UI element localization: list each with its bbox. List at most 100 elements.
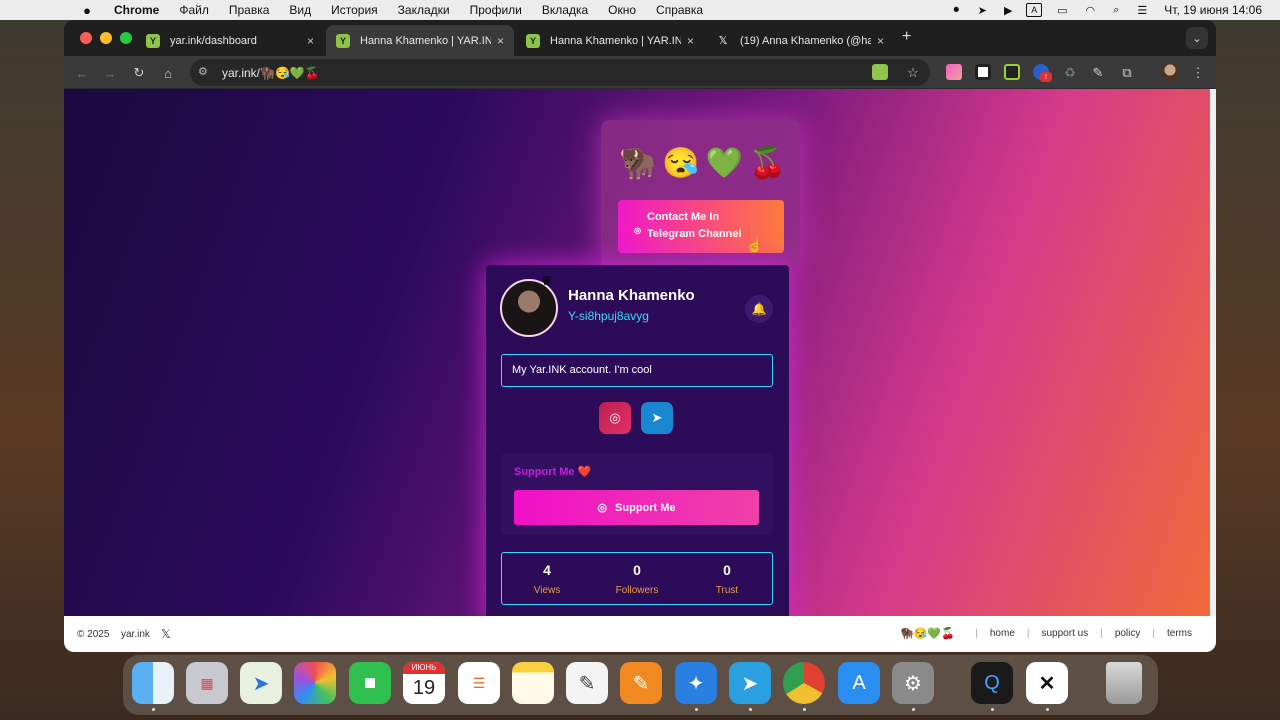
maps-icon[interactable]: ➤ xyxy=(240,662,282,704)
yarink-favicon-icon: Y xyxy=(336,33,350,48)
notes-icon[interactable] xyxy=(512,662,554,704)
battery-icon[interactable]: ▭ xyxy=(1052,3,1072,17)
reload-icon[interactable]: ↻ xyxy=(128,62,150,84)
apple-menu-icon[interactable]: ● xyxy=(80,3,94,18)
close-window-button[interactable] xyxy=(80,32,92,44)
stat-label: Views xyxy=(533,585,561,596)
yarink-extension-icon[interactable] xyxy=(872,64,888,80)
running-indicator xyxy=(749,708,752,711)
running-indicator xyxy=(1046,708,1049,711)
site-settings-icon[interactable]: ⚙ xyxy=(198,65,208,78)
play-status-icon[interactable]: ▶ xyxy=(1000,3,1016,17)
footer-link-policy[interactable]: policy xyxy=(1115,628,1141,639)
telegram-button[interactable]: ➤ xyxy=(641,402,673,434)
running-indicator xyxy=(991,708,994,711)
yarink-favicon-icon: Y xyxy=(526,33,540,48)
photos-icon[interactable] xyxy=(294,662,336,704)
quicktime-icon[interactable]: Q xyxy=(971,662,1013,704)
extension-pink-icon[interactable] xyxy=(946,64,962,80)
keyboard-layout-icon[interactable]: A xyxy=(1026,3,1043,17)
tab-x-profile[interactable]: 𝕏 (19) Anna Khamenko (@hann × xyxy=(706,25,894,56)
footer-link-support[interactable]: support us xyxy=(1042,628,1089,639)
chrome-window: Y yar.ink/dashboard × Y Hanna Khamenko |… xyxy=(64,20,1216,652)
tab-profile-2[interactable]: Y Hanna Khamenko | YAR.INK × xyxy=(516,25,704,56)
extensions-puzzle-icon[interactable]: ⧉ xyxy=(1116,62,1138,84)
wifi-icon[interactable]: ◠ xyxy=(1082,3,1098,17)
page-scrollbar[interactable] xyxy=(1210,89,1216,616)
tab-close-icon[interactable]: × xyxy=(687,34,694,48)
x-logo-icon[interactable]: 𝕏 xyxy=(161,627,171,641)
menu-file[interactable]: Файл xyxy=(179,3,209,17)
pages-icon[interactable]: ✎ xyxy=(620,662,662,704)
footer-link-home[interactable]: home xyxy=(990,628,1015,639)
minimize-window-button[interactable] xyxy=(100,32,112,44)
tab-title: (19) Anna Khamenko (@hann xyxy=(740,34,871,47)
new-tab-button[interactable]: + xyxy=(902,28,911,46)
trash-icon[interactable] xyxy=(1106,662,1142,704)
footer-divider: | xyxy=(1026,628,1030,639)
support-me-button[interactable]: ◎ Support Me xyxy=(514,490,759,525)
menu-bookmarks[interactable]: Закладки xyxy=(398,3,450,17)
textedit-icon[interactable]: ✎ xyxy=(566,662,608,704)
running-indicator xyxy=(695,708,698,711)
stat-trust: 0 Trust xyxy=(682,553,772,604)
capcut-icon[interactable]: ✕ xyxy=(1026,662,1068,704)
tab-search-chevron-icon[interactable]: ⌄ xyxy=(1186,27,1208,49)
system-settings-icon[interactable]: ⚙ xyxy=(892,662,934,704)
record-status-icon[interactable]: ⏺ xyxy=(948,3,964,17)
menu-edit[interactable]: Правка xyxy=(229,3,270,17)
instagram-button[interactable]: ◎ xyxy=(599,402,631,434)
bookmark-star-icon[interactable]: ☆ xyxy=(902,62,924,84)
menu-app-name[interactable]: Chrome xyxy=(114,3,159,17)
footer-emojis: 🦬😪💚🍒 xyxy=(900,628,955,640)
telegram-dock-icon[interactable]: ➤ xyxy=(729,662,771,704)
facetime-icon[interactable]: ■ xyxy=(349,662,391,704)
reminders-icon[interactable]: ☰ xyxy=(458,662,500,704)
address-bar[interactable]: ⚙ yar.ink/🦬😪💚🍒 xyxy=(190,59,930,86)
chrome-dock-icon[interactable] xyxy=(783,662,825,704)
donate-icon: ◎ xyxy=(597,502,608,514)
menu-view[interactable]: Вид xyxy=(289,3,311,17)
menu-history[interactable]: История xyxy=(331,3,378,17)
extension-box-icon[interactable] xyxy=(975,64,991,80)
footer-brand[interactable]: yar.ink xyxy=(121,629,150,640)
pen-extension-icon[interactable]: ✎ xyxy=(1087,62,1109,84)
web-page: 🦬😪💚🍒 ◎ Contact Me In Telegram Channel ☝ … xyxy=(64,89,1210,616)
tab-title: yar.ink/dashboard xyxy=(170,34,257,47)
back-icon[interactable]: ← xyxy=(71,62,93,84)
tab-profile-active[interactable]: Y Hanna Khamenko | YAR.INK × xyxy=(326,25,514,56)
menu-profiles[interactable]: Профили xyxy=(470,3,522,17)
tab-close-icon[interactable]: × xyxy=(307,34,314,48)
chrome-menu-icon[interactable]: ⋮ xyxy=(1187,62,1209,84)
telegram-status-icon[interactable]: ➤ xyxy=(974,3,990,17)
recycle-extension-icon[interactable]: ♻ xyxy=(1059,62,1081,84)
tab-close-icon[interactable]: × xyxy=(497,34,504,48)
app-store-icon[interactable]: A xyxy=(838,662,880,704)
window-controls xyxy=(80,32,132,44)
running-indicator xyxy=(152,708,155,711)
extension-green-icon[interactable] xyxy=(1004,64,1020,80)
menu-help[interactable]: Справка xyxy=(656,3,703,17)
tab-close-icon[interactable]: × xyxy=(877,34,884,48)
calendar-icon[interactable]: ИЮНЬ 19 xyxy=(403,662,445,704)
profile-avatar[interactable] xyxy=(1160,62,1180,82)
stat-views: 4 Views xyxy=(502,553,592,604)
forward-icon[interactable]: → xyxy=(99,62,121,84)
launchpad-icon[interactable]: ▦ xyxy=(186,662,228,704)
control-center-icon[interactable]: ☰ xyxy=(1134,3,1150,17)
home-icon[interactable]: ⌂ xyxy=(157,62,179,84)
tab-dashboard[interactable]: Y yar.ink/dashboard × xyxy=(136,25,324,56)
calendar-month: ИЮНЬ xyxy=(403,662,445,674)
finder-icon[interactable] xyxy=(132,662,174,704)
profile-handle[interactable]: Y-si8hpuj8avyg xyxy=(568,309,649,323)
footer-link-terms[interactable]: terms xyxy=(1167,628,1192,639)
site-footer: © 2025 yar.ink 𝕏 🦬😪💚🍒 | home | support u… xyxy=(64,616,1216,652)
macos-dock: ▦ ➤ ■ ИЮНЬ 19 ☰ ✎ ✎ ✦ ➤ A ⚙ Q ✕ xyxy=(123,655,1158,715)
notification-bell-button[interactable]: 🔔 xyxy=(745,295,773,323)
menu-tab[interactable]: Вкладка xyxy=(542,3,588,17)
safari-icon[interactable]: ✦ xyxy=(675,662,717,704)
menu-window[interactable]: Окно xyxy=(608,3,636,17)
spotlight-search-icon[interactable]: ⌕ xyxy=(1108,3,1124,17)
menubar-clock[interactable]: Чт, 19 июня 14:06 xyxy=(1164,3,1262,17)
zoom-window-button[interactable] xyxy=(120,32,132,44)
